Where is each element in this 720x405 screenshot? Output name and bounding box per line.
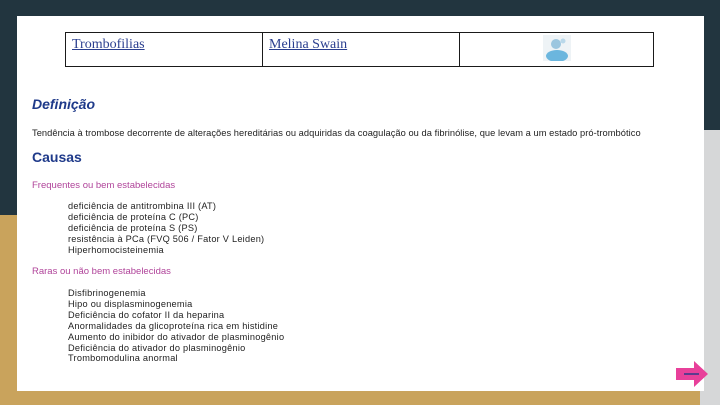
list-item: deficiência de antitrombina III (AT)	[68, 201, 217, 211]
list-item: Deficiência do ativador do plasminogênio	[68, 342, 246, 353]
list-item: Trombomodulina anormal	[68, 353, 178, 364]
header-cell-avatar	[459, 32, 654, 67]
user-avatar-icon	[542, 35, 571, 61]
header-table: Trombofilias Melina Swain	[65, 32, 654, 67]
list-item: Aumento do inibidor do ativador de plasm…	[68, 331, 285, 342]
list-item: resistência à PCa (FVQ 506 / Fator V Lei…	[68, 233, 265, 244]
raras-label: Raras ou não bem estabelecidas	[32, 266, 171, 277]
list-item: Hiperhomocisteinemia	[68, 244, 164, 255]
list-item: Disfibrinogenemia	[68, 288, 146, 298]
header-cell-author[interactable]: Melina Swain	[262, 32, 460, 67]
author-link[interactable]: Melina Swain	[269, 37, 347, 52]
list-item: deficiência de proteína C (PC)	[68, 211, 199, 222]
frequentes-label: Frequentes ou bem estabelecidas	[32, 180, 176, 191]
causas-heading: Causas	[32, 149, 82, 165]
list-item: Anormalidades da glicoproteína rica em h…	[68, 320, 279, 331]
header-cell-topic[interactable]: Trombofilias	[65, 32, 263, 67]
arrow-right-icon[interactable]	[675, 360, 709, 388]
document-page: Trombofilias Melina Swain Definição Tend…	[17, 16, 704, 391]
frequentes-list: deficiência de antitrombina III (AT) def…	[68, 201, 264, 256]
definicao-text: Tendência à trombose decorrente de alter…	[32, 128, 641, 138]
list-item: deficiência de proteína S (PS)	[68, 222, 198, 233]
raras-list: Disfibrinogenemia Hipo ou displasminogen…	[68, 288, 284, 364]
definicao-heading: Definição	[32, 96, 96, 112]
topic-link[interactable]: Trombofilias	[72, 37, 145, 52]
list-item: Deficiência do cofator II da heparina	[68, 309, 225, 320]
list-item: Hipo ou displasminogenemia	[68, 298, 193, 309]
